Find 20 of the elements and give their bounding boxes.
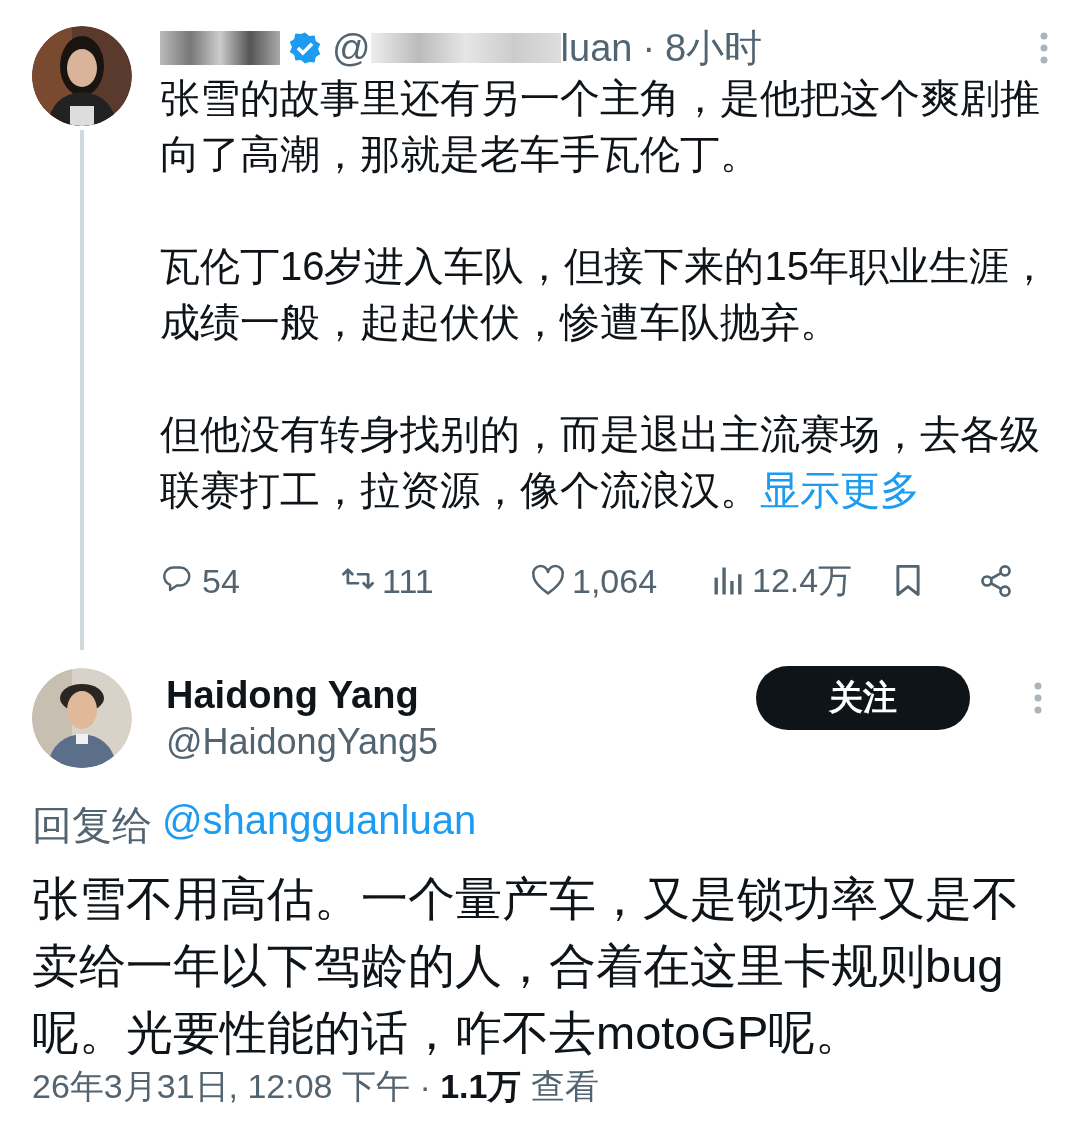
replying-to-label: 回复给 — [32, 802, 152, 849]
action-count: 1,064 — [572, 561, 658, 601]
share-icon[interactable] — [978, 563, 1014, 599]
post-timestamp: 26年3月31日, 12:08 下午 · 1.1万 查看 — [32, 1066, 600, 1106]
post-text: 但他没有转身找别的，而是退出主流赛场，去各级联赛打工，拉资源，像个流浪汉。显示更多 — [160, 411, 1041, 514]
separator-dot: · — [642, 26, 656, 70]
user-handle: @ — [332, 26, 371, 70]
show-more-link[interactable]: 显示更多 — [760, 468, 920, 512]
post-text: 张雪的故事里还有另一个主角，是他把这个爽剧推向了高潮，那就是老车手瓦伦丁。 — [160, 75, 1041, 178]
action-count: 54 — [202, 561, 240, 601]
user-handle: @HaidongYang5 — [166, 720, 440, 764]
mention-link[interactable]: @shangguanluan — [162, 798, 477, 853]
user-handle: luan — [560, 26, 633, 70]
follow-button[interactable]: 关注 — [756, 666, 970, 730]
post-time: 8小时 — [665, 25, 763, 71]
action-count: 12.4万 — [752, 560, 853, 601]
action-count: 111 — [382, 561, 434, 601]
post-text: 瓦伦丁16岁进入车队，但接下来的15年职业生涯，成绩一般，起起伏伏，惨遭车队抛弃。 — [160, 243, 1050, 346]
reply-text: 张雪不用高估。一个量产车，又是锁功率又是不卖给一年以下驾龄的人，合着在这里卡规则bug呢。光要性能的话，咋不去motoGP呢。 — [32, 871, 1020, 1061]
user-name: Haidong Yang — [166, 673, 420, 718]
